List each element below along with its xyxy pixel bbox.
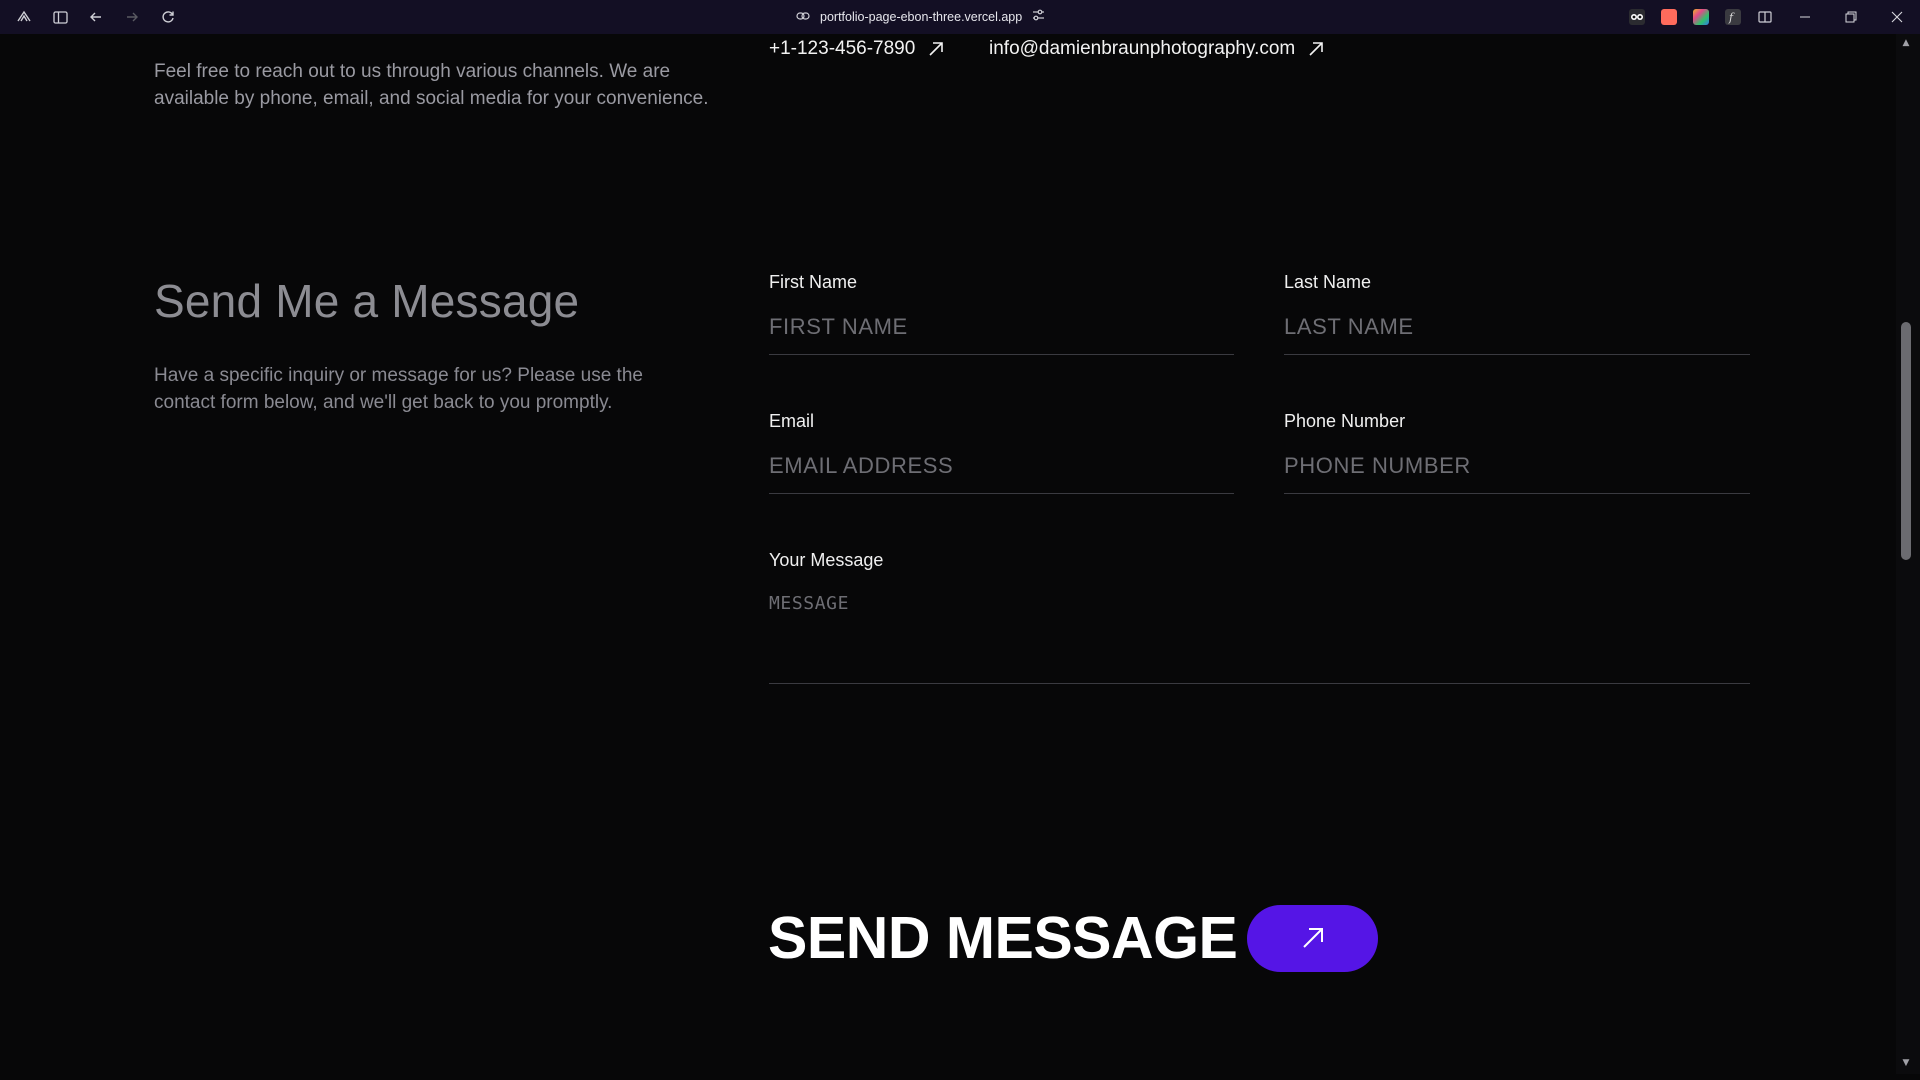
page-title: Send Me a Message bbox=[154, 275, 580, 327]
phone-field[interactable] bbox=[1284, 453, 1750, 479]
phone-text: +1-123-456-7890 bbox=[769, 38, 916, 59]
address-bar[interactable]: portfolio-page-ebon-three.vercel.app bbox=[796, 6, 1045, 28]
tune-icon[interactable] bbox=[1032, 9, 1045, 25]
first-name-field[interactable] bbox=[769, 314, 1234, 340]
extension-red-icon[interactable] bbox=[1661, 9, 1677, 25]
email-field[interactable] bbox=[769, 453, 1234, 479]
email-group: Email bbox=[769, 411, 1234, 494]
phone-label: Phone Number bbox=[1284, 411, 1406, 431]
email-text: info@damienbraunphotography.com bbox=[989, 38, 1296, 59]
first-name-label: First Name bbox=[769, 272, 858, 292]
message-underline bbox=[769, 593, 1750, 684]
extension-eyes-icon[interactable] bbox=[1629, 9, 1645, 25]
first-name-underline bbox=[769, 314, 1234, 355]
contact-intro-text: Feel free to reach out to us through var… bbox=[154, 61, 709, 109]
sidebar-toggle-icon[interactable] bbox=[51, 8, 69, 26]
page-content: +1-123-456-7890 info@damienbraunphotogra… bbox=[8, 34, 1896, 1074]
back-icon[interactable] bbox=[87, 8, 105, 26]
message-field[interactable] bbox=[769, 593, 1750, 683]
forward-icon[interactable] bbox=[123, 8, 141, 26]
send-message-row: SEND MESSAGE bbox=[768, 904, 1379, 972]
svg-text:f: f bbox=[1728, 11, 1735, 24]
extension-color-icon[interactable] bbox=[1693, 9, 1709, 25]
phone-link[interactable]: +1-123-456-7890 bbox=[769, 38, 945, 60]
page-scrollbar[interactable]: ▲ ▼ bbox=[1896, 34, 1920, 1074]
arrow-up-right-icon bbox=[1303, 928, 1323, 948]
send-message-label: SEND MESSAGE bbox=[768, 905, 1238, 971]
message-label: Your Message bbox=[769, 550, 884, 570]
scroll-down-icon[interactable]: ▼ bbox=[1900, 1058, 1912, 1070]
send-message-button[interactable] bbox=[1247, 904, 1379, 972]
message-group: Your Message bbox=[769, 550, 1750, 684]
scroll-up-icon[interactable]: ▲ bbox=[1900, 38, 1912, 50]
email-link[interactable]: info@damienbraunphotography.com bbox=[989, 38, 1325, 60]
email-underline bbox=[769, 453, 1234, 494]
close-icon[interactable] bbox=[1886, 6, 1908, 28]
reload-icon[interactable] bbox=[159, 8, 177, 26]
minimize-icon[interactable] bbox=[1794, 6, 1816, 28]
last-name-field[interactable] bbox=[1284, 314, 1750, 340]
phone-underline bbox=[1284, 453, 1750, 494]
browser-toolbar: portfolio-page-ebon-three.vercel.app f bbox=[0, 0, 1920, 34]
email-label: Email bbox=[769, 411, 815, 431]
scrollbar-thumb[interactable] bbox=[1901, 322, 1911, 560]
restore-icon[interactable] bbox=[1840, 6, 1862, 28]
arrow-up-right-icon bbox=[1309, 42, 1324, 56]
phone-group: Phone Number bbox=[1284, 411, 1750, 494]
link-icon bbox=[796, 10, 810, 25]
section-description: Have a specific inquiry or message for u… bbox=[154, 365, 643, 413]
arrow-up-right-icon bbox=[929, 42, 944, 56]
url-text: portfolio-page-ebon-three.vercel.app bbox=[820, 10, 1023, 24]
last-name-underline bbox=[1284, 314, 1750, 355]
last-name-group: Last Name bbox=[1284, 272, 1750, 355]
last-name-label: Last Name bbox=[1284, 272, 1372, 292]
first-name-group: First Name bbox=[769, 272, 1234, 355]
app-menu-icon[interactable] bbox=[15, 8, 33, 26]
split-view-icon[interactable] bbox=[1757, 9, 1773, 25]
extension-font-icon[interactable]: f bbox=[1725, 9, 1741, 25]
